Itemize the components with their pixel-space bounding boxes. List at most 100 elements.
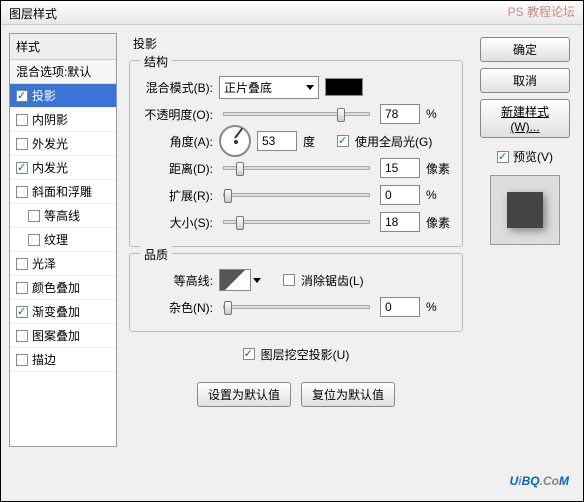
spread-label: 扩展(R):: [138, 187, 213, 204]
global-light-label: 使用全局光(G): [355, 133, 432, 150]
contour-row: 等高线: 消除锯齿(L): [138, 269, 454, 291]
opacity-input[interactable]: 78: [380, 104, 420, 124]
sidebar-header: 样式: [10, 34, 116, 60]
noise-slider[interactable]: [223, 305, 370, 309]
spread-unit: %: [426, 188, 454, 202]
sidebar-item-label: 描边: [32, 351, 56, 368]
sidebar-checkbox[interactable]: [16, 306, 28, 318]
right-column: 确定 取消 新建样式(W)... 预览(V): [475, 33, 575, 447]
sidebar-item-label: 光泽: [32, 255, 56, 272]
sidebar-checkbox[interactable]: [16, 330, 28, 342]
sidebar-item-9[interactable]: 渐变叠加: [10, 300, 116, 324]
sidebar-item-label: 图案叠加: [32, 327, 80, 344]
opacity-label: 不透明度(O):: [138, 106, 213, 123]
quality-group: 品质 等高线: 消除锯齿(L) 杂色(N): 0 %: [129, 253, 463, 332]
set-default-button[interactable]: 设置为默认值: [197, 382, 291, 407]
preview-label: 预览(V): [513, 148, 553, 165]
panel-title: 投影: [125, 33, 467, 54]
size-unit: 像素: [426, 214, 454, 231]
knockout-row: 图层挖空投影(U): [125, 343, 467, 365]
preview-swatch: [507, 192, 543, 228]
noise-unit: %: [426, 300, 454, 314]
sidebar-item-label: 渐变叠加: [32, 303, 80, 320]
spread-input[interactable]: 0: [380, 185, 420, 205]
sidebar-item-10[interactable]: 图案叠加: [10, 324, 116, 348]
preview-checkbox[interactable]: [497, 151, 509, 163]
sidebar-item-label: 纹理: [44, 231, 68, 248]
contour-picker[interactable]: [219, 269, 251, 291]
distance-label: 距离(D):: [138, 160, 213, 177]
sidebar-item-3[interactable]: 内发光: [10, 156, 116, 180]
noise-label: 杂色(N):: [138, 299, 213, 316]
distance-row: 距离(D): 15 像素: [138, 157, 454, 179]
opacity-slider[interactable]: [223, 112, 370, 116]
opacity-unit: %: [426, 107, 454, 121]
sidebar-checkbox[interactable]: [28, 210, 40, 222]
color-swatch[interactable]: [325, 78, 363, 96]
angle-unit: 度: [303, 133, 331, 150]
sidebar-item-label: 斜面和浮雕: [32, 183, 92, 200]
sidebar-item-2[interactable]: 外发光: [10, 132, 116, 156]
size-input[interactable]: 18: [380, 212, 420, 232]
main-area: 样式 混合选项:默认 投影内阴影外发光内发光斜面和浮雕等高线纹理光泽颜色叠加渐变…: [1, 25, 583, 455]
sidebar-item-label: 颜色叠加: [32, 279, 80, 296]
sidebar-item-label: 外发光: [32, 135, 68, 152]
sidebar-checkbox[interactable]: [16, 114, 28, 126]
chevron-down-icon: [306, 85, 314, 90]
structure-label: 结构: [140, 53, 172, 70]
watermark-top: PS 教程论坛: [508, 3, 575, 20]
sidebar-item-5[interactable]: 等高线: [10, 204, 116, 228]
sidebar-item-1[interactable]: 内阴影: [10, 108, 116, 132]
blend-mode-label: 混合模式(B):: [138, 79, 213, 96]
spread-slider[interactable]: [223, 193, 370, 197]
sidebar-item-0[interactable]: 投影: [10, 84, 116, 108]
ok-button[interactable]: 确定: [480, 37, 570, 62]
sidebar-item-8[interactable]: 颜色叠加: [10, 276, 116, 300]
sidebar-checkbox[interactable]: [16, 162, 28, 174]
chevron-down-icon[interactable]: [253, 278, 261, 283]
watermark-logo: UiBQ.CoM: [510, 465, 569, 491]
center-panel: 投影 结构 混合模式(B): 正片叠底 不透明度(O): 78 % 角度(A):: [125, 33, 467, 447]
angle-row: 角度(A): 53 度 使用全局光(G): [138, 130, 454, 152]
distance-unit: 像素: [426, 160, 454, 177]
cancel-button[interactable]: 取消: [480, 68, 570, 93]
angle-input[interactable]: 53: [257, 131, 297, 151]
angle-label: 角度(A):: [138, 133, 213, 150]
angle-dial[interactable]: [219, 125, 251, 157]
sidebar-item-11[interactable]: 描边: [10, 348, 116, 372]
sidebar-item-label: 内阴影: [32, 111, 68, 128]
blend-mode-row: 混合模式(B): 正片叠底: [138, 76, 454, 98]
spread-row: 扩展(R): 0 %: [138, 184, 454, 206]
noise-row: 杂色(N): 0 %: [138, 296, 454, 318]
sidebar-checkbox[interactable]: [16, 138, 28, 150]
sidebar-subheader[interactable]: 混合选项:默认: [10, 60, 116, 84]
sidebar-checkbox[interactable]: [28, 234, 40, 246]
noise-input[interactable]: 0: [380, 297, 420, 317]
preview-checkbox-row: 预览(V): [497, 148, 553, 165]
sidebar-checkbox[interactable]: [16, 90, 28, 102]
contour-label: 等高线:: [138, 272, 213, 289]
size-label: 大小(S):: [138, 214, 213, 231]
sidebar-item-6[interactable]: 纹理: [10, 228, 116, 252]
sidebar-item-label: 投影: [32, 87, 56, 104]
global-light-checkbox[interactable]: [337, 135, 349, 147]
size-slider[interactable]: [223, 220, 370, 224]
reset-default-button[interactable]: 复位为默认值: [301, 382, 395, 407]
distance-input[interactable]: 15: [380, 158, 420, 178]
sidebar-item-4[interactable]: 斜面和浮雕: [10, 180, 116, 204]
sidebar-item-label: 等高线: [44, 207, 80, 224]
sidebar-checkbox[interactable]: [16, 282, 28, 294]
knockout-label: 图层挖空投影(U): [261, 346, 350, 363]
sidebar-checkbox[interactable]: [16, 186, 28, 198]
sidebar-checkbox[interactable]: [16, 354, 28, 366]
distance-slider[interactable]: [223, 166, 370, 170]
anti-alias-checkbox[interactable]: [283, 274, 295, 286]
anti-alias-label: 消除锯齿(L): [301, 272, 364, 289]
new-style-button[interactable]: 新建样式(W)...: [480, 99, 570, 138]
sidebar-checkbox[interactable]: [16, 258, 28, 270]
knockout-checkbox[interactable]: [243, 348, 255, 360]
sidebar-item-7[interactable]: 光泽: [10, 252, 116, 276]
size-row: 大小(S): 18 像素: [138, 211, 454, 233]
window-title: 图层样式: [9, 7, 57, 21]
blend-mode-select[interactable]: 正片叠底: [219, 76, 319, 99]
